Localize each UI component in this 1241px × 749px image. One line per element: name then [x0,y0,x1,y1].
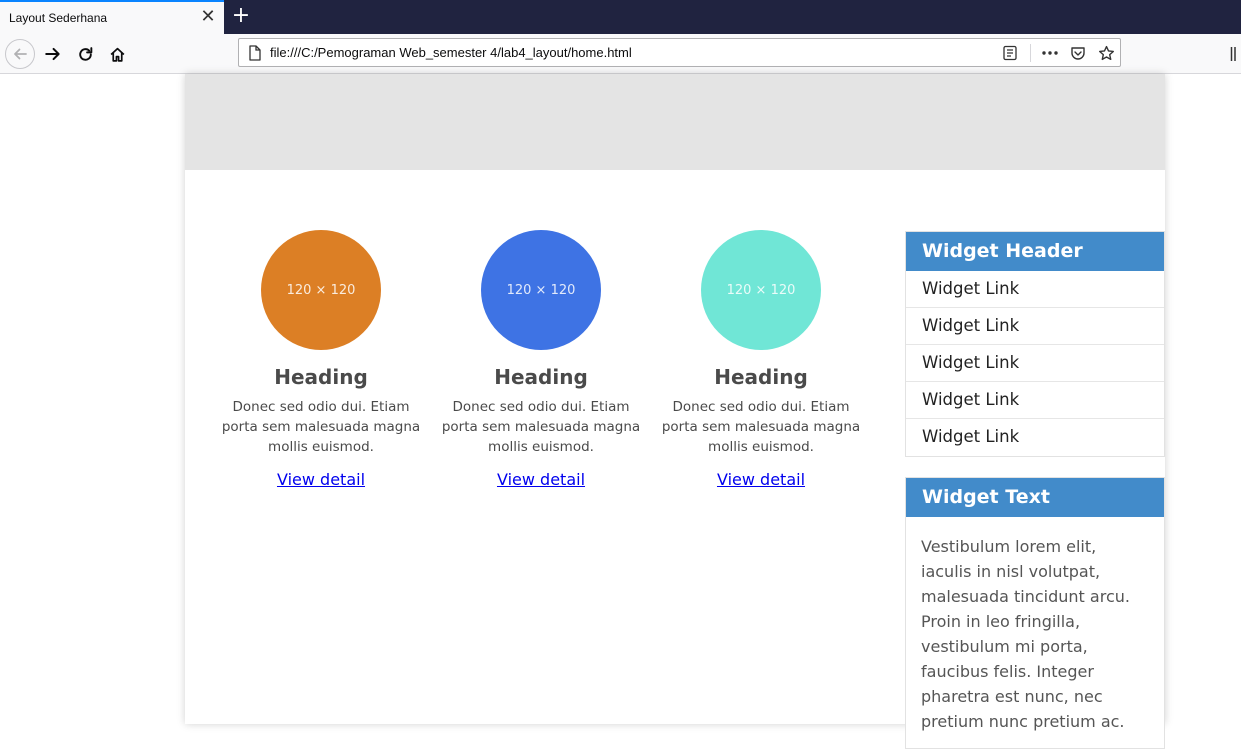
home-button[interactable] [102,39,132,69]
arrow-right-icon [45,47,60,61]
header-banner [185,74,1165,170]
bookmark-star-icon[interactable] [1096,44,1116,62]
feature-card: 120 × 120 Heading Donec sed odio dui. Et… [434,230,648,489]
url-separator [1030,44,1031,62]
card-image-placeholder: 120 × 120 [481,230,601,350]
card-text: Donec sed odio dui. Etiam porta sem male… [661,399,861,455]
reader-view-icon[interactable] [1000,44,1020,62]
nav-bar: file:///C:/Pemograman Web_semester 4/lab… [0,34,1241,74]
widget-link[interactable]: Widget Link [906,345,1164,382]
browser-tab[interactable]: Layout Sederhana ✕ [0,0,224,34]
card-heading: Heading [714,365,808,389]
widget-text-body: Vestibulum lorem elit, iaculis in nisl v… [921,537,1130,731]
card-text: Donec sed odio dui. Etiam porta sem male… [441,399,641,455]
view-detail-link[interactable]: View detail [717,470,805,489]
reload-button[interactable] [70,39,100,69]
view-detail-link[interactable]: View detail [497,470,585,489]
pocket-icon[interactable] [1068,44,1088,62]
url-text[interactable]: file:///C:/Pemograman Web_semester 4/lab… [270,45,632,60]
card-image-placeholder: 120 × 120 [261,230,381,350]
library-icon[interactable] [1230,46,1241,62]
widget-header: Widget Header [906,232,1164,271]
card-image-placeholder: 120 × 120 [701,230,821,350]
widget-link[interactable]: Widget Link [906,419,1164,456]
forward-button[interactable] [38,39,68,69]
feature-card: 120 × 120 Heading Donec sed odio dui. Et… [214,230,428,489]
widget-text-header: Widget Text [906,478,1164,517]
card-heading: Heading [274,365,368,389]
address-bar[interactable]: file:///C:/Pemograman Web_semester 4/lab… [238,38,1121,67]
close-tab-icon[interactable]: ✕ [200,7,216,27]
reload-icon [78,46,92,61]
home-icon [110,47,124,62]
tab-bar: Layout Sederhana ✕ + [0,0,1241,34]
widget-link[interactable]: Widget Link [906,271,1164,308]
new-tab-button[interactable]: + [230,3,252,29]
widget-text: Widget Text Vestibulum lorem elit, iacul… [905,477,1165,749]
card-heading: Heading [494,365,588,389]
page-viewport: 120 × 120 Heading Donec sed odio dui. Et… [0,74,1241,749]
arrow-left-icon [14,48,27,60]
back-button[interactable] [5,39,35,69]
card-text: Donec sed odio dui. Etiam porta sem male… [221,399,421,455]
view-detail-link[interactable]: View detail [277,470,365,489]
widget-links: Widget Header Widget Link Widget Link Wi… [905,231,1165,457]
page-container: 120 × 120 Heading Donec sed odio dui. Et… [185,74,1165,749]
widget-link-list: Widget Link Widget Link Widget Link Widg… [906,271,1164,456]
page-icon [249,45,261,61]
more-actions-icon[interactable] [1040,44,1060,62]
feature-card: 120 × 120 Heading Donec sed odio dui. Et… [654,230,868,489]
widget-link[interactable]: Widget Link [906,308,1164,345]
tab-title: Layout Sederhana [9,11,108,25]
widget-link[interactable]: Widget Link [906,382,1164,419]
